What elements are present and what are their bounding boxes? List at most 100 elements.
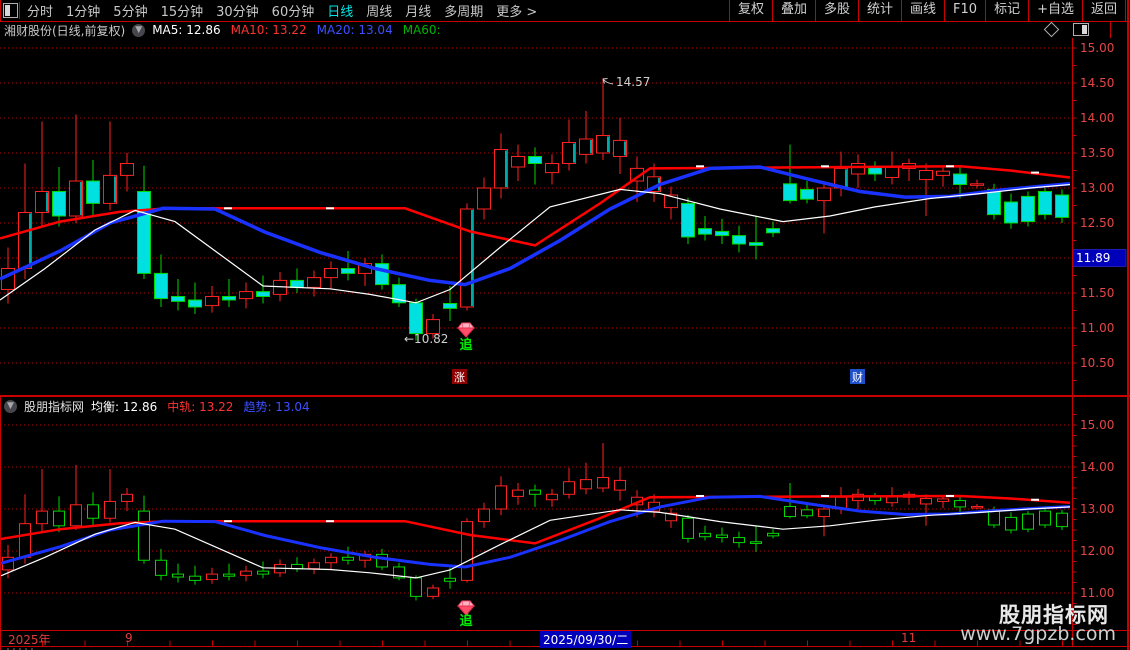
chase-gem-icon — [456, 600, 476, 616]
tool-button-复权[interactable]: 复权 — [728, 0, 772, 21]
candle — [971, 503, 983, 509]
menu-item-多周期[interactable]: 多周期 — [444, 1, 483, 20]
window-icon-fill — [5, 5, 10, 16]
candle — [766, 221, 780, 237]
tool-menu: 复权 叠加 多股 统计 画线 F10 标记 +自选 返回 — [728, 0, 1126, 21]
diamond-icon[interactable] — [1043, 21, 1060, 38]
price-axis-line — [1072, 38, 1073, 646]
date-label: 2025/09/30/二 — [540, 631, 632, 648]
chart-text: 10.50 — [1080, 356, 1114, 370]
candle — [1022, 511, 1034, 533]
tool-button-多股[interactable]: 多股 — [814, 0, 858, 21]
candle — [137, 165, 151, 279]
candle — [478, 502, 490, 528]
indicator-candlestick-chart[interactable]: 15.00 14.00 13.00 12.00 11.00 追 — [0, 397, 1130, 630]
watermark-url: www.7gpzb.com — [960, 623, 1116, 645]
chart-text: 11.00 — [1080, 321, 1114, 335]
symbol-title: 湘财股份(日线,前复权) — [4, 23, 126, 38]
badge-zhang: 涨 — [452, 369, 467, 384]
menu-item-月线[interactable]: 月线 — [405, 1, 431, 20]
chart-text: 15.00 — [1080, 41, 1114, 55]
candle — [290, 268, 304, 293]
chart-text: 追 — [459, 613, 473, 629]
right-border — [1127, 0, 1129, 650]
candle — [188, 282, 202, 314]
candle — [1004, 193, 1018, 229]
candle — [885, 151, 899, 185]
candle — [257, 561, 269, 579]
chart-text: 12.50 — [1080, 216, 1114, 230]
indicator-name: 股朋指标网 — [24, 400, 85, 414]
candle — [256, 275, 270, 304]
left-border-bottom — [0, 396, 1, 650]
menu-item-15分钟[interactable]: 15分钟 — [161, 1, 204, 20]
candle — [36, 469, 48, 533]
candle — [154, 254, 168, 307]
period-menu: 分时 1分钟 5分钟 15分钟 30分钟 60分钟 日线 周线 月线 多周期 更多 > — [27, 0, 537, 21]
value-field: MA10: 13.22 — [230, 23, 307, 37]
chart-text: 14.00 — [1080, 111, 1114, 125]
tool-button-+自选[interactable]: +自选 — [1028, 0, 1082, 21]
tool-button-F10[interactable]: F10 — [944, 0, 985, 21]
header-divider — [1110, 21, 1111, 38]
menu-item-周线[interactable]: 周线 — [366, 1, 392, 20]
menu-item-5分钟[interactable]: 5分钟 — [113, 1, 147, 20]
chart-text: 13.00 — [1080, 502, 1114, 516]
main-candlestick-chart[interactable]: 15.00 14.50 14.00 13.50 13.00 12.50 11.50 11.00… — [0, 38, 1130, 396]
badge-cai: 财 — [850, 369, 865, 384]
value-field: MA20: 13.04 — [316, 23, 393, 37]
candle — [970, 179, 984, 188]
candle — [155, 548, 167, 581]
candle — [529, 484, 541, 507]
candle — [869, 493, 881, 505]
left-border-top — [0, 0, 1, 21]
date-label: 11 — [901, 631, 917, 645]
window-icon[interactable] — [3, 3, 18, 18]
chart-text: 13.50 — [1080, 146, 1114, 160]
tool-button-返回[interactable]: 返回 — [1081, 0, 1126, 21]
menu-item-更多 >[interactable]: 更多 > — [496, 1, 537, 20]
candle — [580, 462, 592, 495]
chart-header: 湘财股份(日线,前复权) ▼ MA5: 12.86 MA10: 13.22 MA20… — [4, 22, 441, 38]
chevron-down-icon[interactable]: ▼ — [4, 400, 17, 413]
chart-text: 11.89 — [1076, 251, 1110, 265]
stock-app-window: { "top_menu": { "items": [ {"label": "分时… — [0, 0, 1130, 650]
candle — [461, 518, 473, 583]
candle — [868, 161, 882, 181]
tool-button-统计[interactable]: 统计 — [858, 0, 901, 21]
tool-button-画线[interactable]: 画线 — [901, 0, 944, 21]
candle — [358, 258, 372, 286]
candle — [818, 506, 830, 537]
candle — [800, 181, 814, 204]
candle — [732, 225, 746, 253]
chevron-down-icon[interactable]: ▼ — [132, 23, 146, 37]
candle — [171, 279, 185, 311]
candle — [104, 469, 116, 523]
chart-text: 15.00 — [1080, 418, 1114, 432]
value-field: 中轨: 13.22 — [167, 400, 234, 414]
chart-text: 14.00 — [1080, 460, 1114, 474]
candle — [545, 154, 559, 185]
candle — [750, 525, 762, 552]
candle — [665, 508, 677, 528]
tool-button-叠加[interactable]: 叠加 — [771, 0, 815, 21]
candle — [767, 529, 779, 539]
candle — [120, 153, 134, 192]
value-field: 均衡: 12.86 — [91, 400, 158, 414]
menu-item-60分钟[interactable]: 60分钟 — [272, 1, 315, 20]
menu-item-30分钟[interactable]: 30分钟 — [216, 1, 259, 20]
candle — [494, 133, 508, 199]
menu-item-日线[interactable]: 日线 — [327, 1, 353, 20]
menu-item-1分钟[interactable]: 1分钟 — [66, 1, 100, 20]
tool-button-标记[interactable]: 标记 — [985, 0, 1028, 21]
menu-item-分时[interactable]: 分时 — [27, 1, 53, 20]
window-icon[interactable] — [1073, 23, 1089, 36]
candle — [19, 494, 31, 564]
candle — [239, 282, 253, 309]
candle — [716, 527, 728, 543]
candle — [52, 167, 66, 227]
candle — [86, 160, 100, 216]
candle — [919, 163, 933, 216]
candle — [1039, 509, 1051, 528]
value-field: 趋势: 13.04 — [243, 400, 310, 414]
